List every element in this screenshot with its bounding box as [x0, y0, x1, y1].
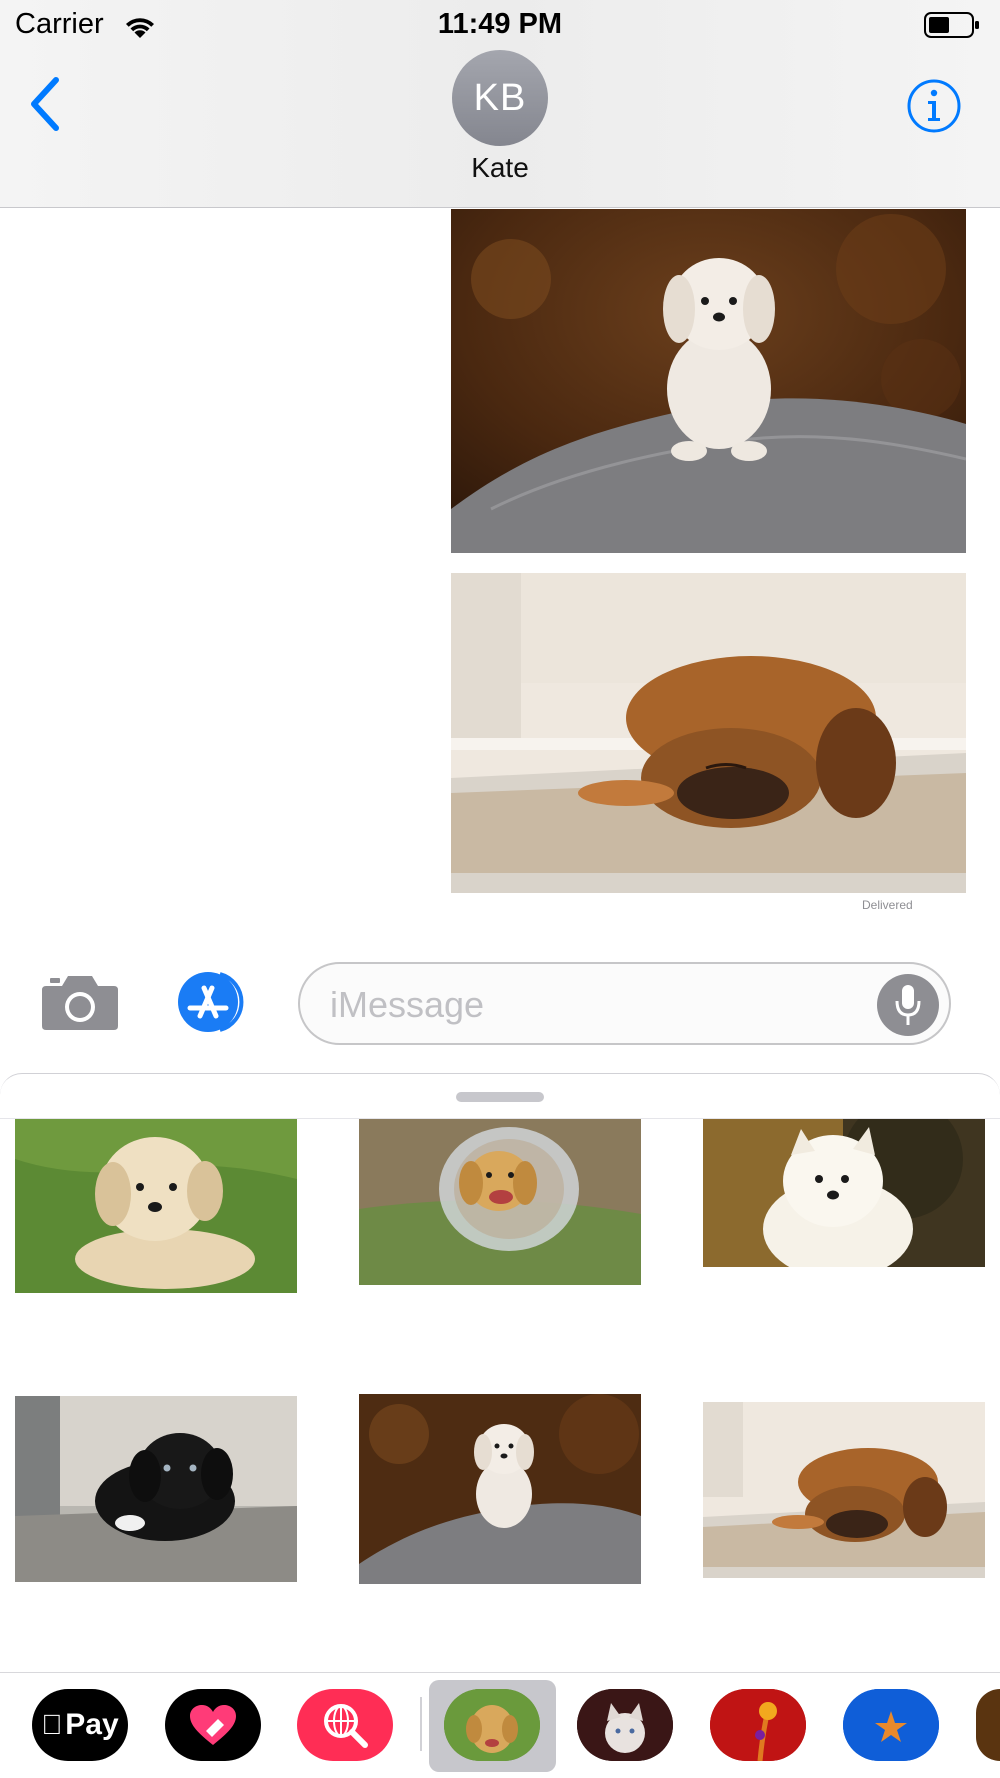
- message-input-placeholder: iMessage: [330, 984, 485, 1025]
- flower-stickers-app[interactable]: [710, 1689, 806, 1761]
- more-apps-icon[interactable]: [976, 1689, 1000, 1761]
- sticker-black-puppy[interactable]: [15, 1396, 297, 1582]
- battery-icon: [924, 12, 979, 38]
- app-strip-separator: [420, 1697, 422, 1751]
- sticker-white-fluffy-puppy[interactable]: [703, 1119, 985, 1267]
- apple-pay-app[interactable]:  Pay: [32, 1689, 128, 1761]
- starfish-stickers-app[interactable]: [843, 1689, 939, 1761]
- app-strip:  Pay: [0, 1672, 1000, 1778]
- contact-avatar[interactable]: KB: [452, 50, 548, 146]
- images-search-app[interactable]: [297, 1689, 393, 1761]
- message-input[interactable]: iMessage: [298, 962, 951, 1045]
- navigation-bar: Carrier 11:49 PM KB Kate: [0, 0, 1000, 208]
- delivered-status: Delivered: [862, 898, 913, 912]
- camera-icon[interactable]: [40, 968, 120, 1034]
- heart-touch-icon: [190, 1705, 236, 1745]
- kitten-stickers-app[interactable]: [577, 1689, 673, 1761]
- flower-icon: [710, 1689, 806, 1761]
- starfish-icon: [843, 1689, 939, 1761]
- apple-logo-icon: : [41, 1709, 62, 1741]
- microphone-button[interactable]: [877, 974, 939, 1036]
- sticker-puppy-in-bucket[interactable]: [359, 1119, 641, 1285]
- back-chevron-icon[interactable]: [26, 74, 66, 134]
- status-time: 11:49 PM: [437, 8, 563, 40]
- sticker-sleeping-puppy[interactable]: [703, 1402, 985, 1578]
- puppy-stickers-app[interactable]: [444, 1689, 540, 1761]
- drawer-grabber[interactable]: [456, 1092, 544, 1102]
- message-photo-sleeping-puppy[interactable]: [451, 573, 966, 893]
- globe-search-icon: [324, 1704, 368, 1748]
- microphone-icon: [895, 985, 921, 1025]
- contact-name[interactable]: Kate: [0, 152, 1000, 184]
- sticker-golden-puppy-grass[interactable]: [15, 1119, 297, 1293]
- avatar-initials: KB: [473, 76, 527, 119]
- golden-puppy-icon: [444, 1689, 540, 1761]
- sticker-white-puppy-rock[interactable]: [359, 1394, 641, 1584]
- sticker-drawer: [0, 1073, 1000, 1673]
- info-icon[interactable]: [906, 78, 962, 134]
- app-store-icon[interactable]: [168, 968, 256, 1034]
- kitten-icon: [577, 1689, 673, 1761]
- message-photo-white-puppy[interactable]: [451, 209, 966, 553]
- apple-pay-label: Pay: [54, 1708, 118, 1741]
- digital-touch-app[interactable]: [165, 1689, 261, 1761]
